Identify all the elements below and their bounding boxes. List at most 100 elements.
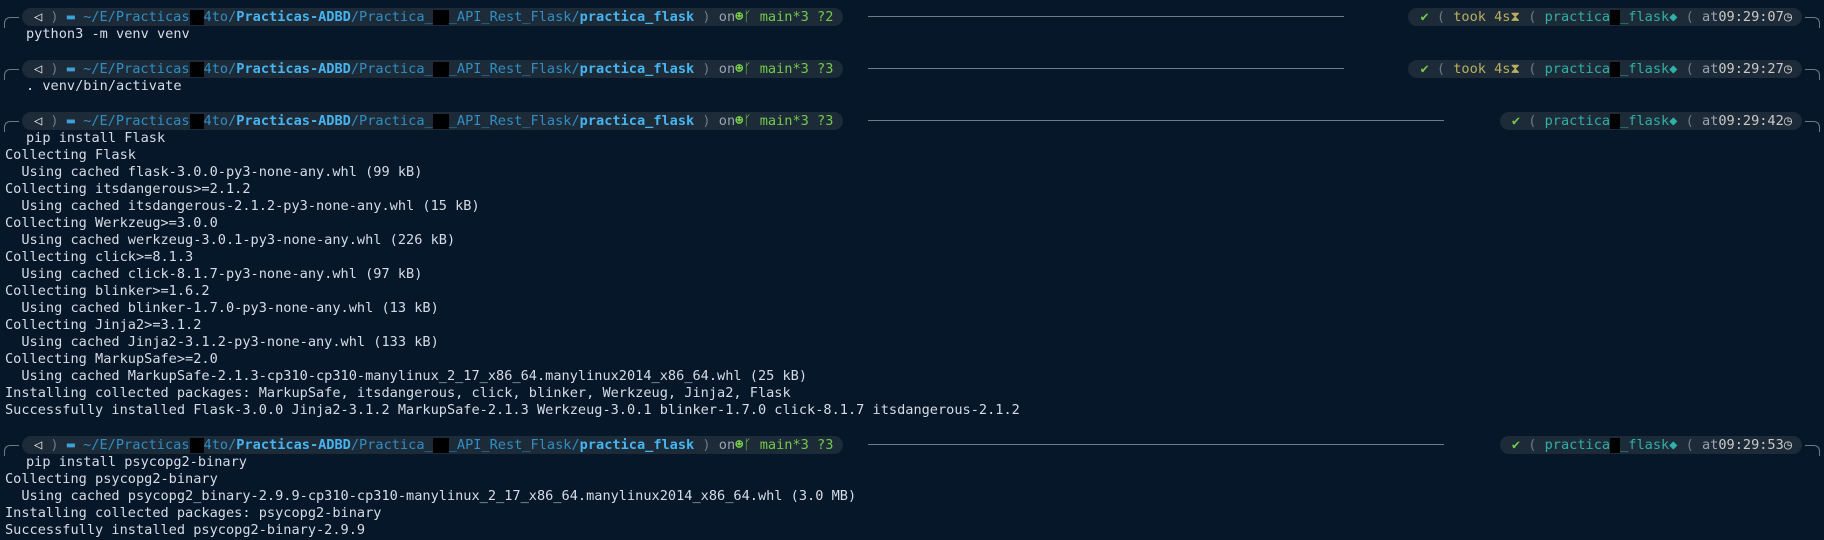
branch-icon: ᚴ: [743, 9, 760, 25]
prompt-bar: ◁ ) ▬ ~/E/Practicas 4to/Practicas-ADBD/Pr…: [0, 436, 1824, 456]
output-line: Using cached itsdangerous-2.1.2-py3-none…: [5, 198, 480, 214]
prompt-path-segment: ◁ ) ▬ ~/E/Practicas 4to/Practicas-ADBD/Pr…: [22, 8, 844, 26]
output-line: Collecting Jinja2>=3.1.2: [5, 317, 202, 333]
output-line: Using cached werkzeug-3.0.1-py3-none-any…: [5, 232, 456, 248]
venv-suffix: _flask: [1620, 9, 1670, 25]
redacted-block: [189, 113, 204, 129]
path-rest: /Practica_: [350, 9, 433, 25]
path-project: Practicas-ADBD: [236, 113, 351, 129]
git-branch: main: [759, 437, 793, 453]
hourglass-icon: ⧗: [1510, 61, 1521, 77]
on-label: on: [718, 61, 736, 77]
clock-icon: ◷: [1783, 9, 1792, 25]
folder-icon: ▬: [66, 437, 84, 453]
python-icon: ◆: [1669, 61, 1678, 77]
folder-icon: ▬: [66, 61, 84, 77]
at-label: at: [1701, 437, 1719, 453]
redacted-block: [189, 9, 204, 25]
path-mid: 4to/: [203, 113, 237, 129]
output-line: Collecting click>=8.1.3: [5, 249, 194, 265]
os-icon: ◁: [34, 113, 43, 129]
prompt-status-segment: ✔ ( practica _flask ◆ ( at 09:29:42 ◷: [1499, 112, 1802, 130]
output-line: Collecting psycopg2-binary: [5, 471, 218, 487]
python-icon: ◆: [1669, 9, 1678, 25]
path-project: Practicas-ADBD: [236, 437, 351, 453]
path-api: _API_Rest_Flask/: [448, 61, 580, 77]
redacted-block: [1610, 9, 1621, 25]
python-icon: ◆: [1669, 437, 1678, 453]
output-line: Using cached Jinja2-3.1.2-py3-none-any.w…: [5, 334, 439, 350]
folder-icon: ▬: [66, 113, 84, 129]
output-line: Installing collected packages: MarkupSaf…: [5, 385, 791, 401]
path-project: Practicas-ADBD: [236, 9, 351, 25]
path-current: practica_flask: [579, 61, 695, 77]
path-mid: 4to/: [203, 437, 237, 453]
branch-icon: ᚴ: [743, 437, 760, 453]
venv-prefix: practica: [1544, 61, 1611, 77]
prompt-time: 09:29:27: [1718, 61, 1784, 77]
redacted-block: [432, 61, 449, 77]
venv-suffix: _flask: [1620, 113, 1670, 129]
redacted-block: [432, 9, 449, 25]
prompt-time: 09:29:42: [1718, 113, 1784, 129]
path-current: practica_flask: [579, 437, 695, 453]
prompt-status-segment: ✔ ( took 4s ⧗ ( practica _flask ◆ ( at 09…: [1408, 60, 1802, 78]
took-label: took 4s: [1453, 9, 1511, 25]
on-label: on: [718, 437, 736, 453]
at-label: at: [1701, 9, 1719, 25]
success-icon: ✔: [1511, 437, 1521, 453]
terminal[interactable]: ◁ ) ▬ ~/E/Practicas 4to/Practicas-ADBD/Pr…: [0, 0, 1824, 540]
at-label: at: [1701, 113, 1719, 129]
path-prefix: ~/E/Practicas: [83, 113, 190, 129]
path-api: _API_Rest_Flask/: [448, 113, 580, 129]
at-label: at: [1701, 61, 1719, 77]
command-line: . venv/bin/activate: [26, 78, 182, 94]
success-icon: ✔: [1420, 61, 1429, 77]
os-icon: ◁: [34, 437, 43, 453]
path-prefix: ~/E/Practicas: [83, 61, 190, 77]
redacted-block: [432, 113, 449, 129]
on-label: on: [718, 9, 736, 25]
prompt-rule: [868, 444, 1444, 445]
branch-icon: ᚴ: [743, 113, 760, 129]
clock-icon: ◷: [1783, 61, 1792, 77]
path-current: practica_flask: [579, 113, 695, 129]
output-line: Using cached MarkupSafe-2.1.3-cp310-cp31…: [5, 368, 808, 384]
git-branch: main: [759, 9, 793, 25]
path-current: practica_flask: [579, 9, 695, 25]
path-api: _API_Rest_Flask/: [448, 9, 580, 25]
prompt-bar: ◁ ) ▬ ~/E/Practicas 4to/Practicas-ADBD/Pr…: [0, 112, 1824, 132]
path-prefix: ~/E/Practicas: [83, 9, 190, 25]
output-line: Collecting itsdangerous>=2.1.2: [5, 181, 251, 197]
output-line: Collecting MarkupSafe>=2.0: [5, 351, 218, 367]
path-rest: /Practica_: [350, 61, 433, 77]
path-mid: 4to/: [203, 61, 237, 77]
prompt-path-segment: ◁ ) ▬ ~/E/Practicas 4to/Practicas-ADBD/Pr…: [22, 112, 844, 130]
git-status: *3 ?3: [792, 61, 834, 77]
path-project: Practicas-ADBD: [236, 61, 351, 77]
venv-prefix: practica: [1544, 9, 1611, 25]
venv-suffix: _flask: [1620, 437, 1670, 453]
branch-icon: ᚴ: [743, 61, 760, 77]
git-branch: main: [759, 61, 793, 77]
output-line: Successfully installed Flask-3.0.0 Jinja…: [5, 402, 1020, 418]
output-line: Successfully installed psycopg2-binary-2…: [5, 522, 366, 538]
on-label: on: [718, 113, 736, 129]
output-line: Using cached psycopg2_binary-2.9.9-cp310…: [5, 488, 857, 504]
prompt-path-segment: ◁ ) ▬ ~/E/Practicas 4to/Practicas-ADBD/Pr…: [22, 436, 844, 454]
os-icon: ◁: [34, 9, 43, 25]
venv-prefix: practica: [1544, 437, 1611, 453]
redacted-block: [189, 61, 204, 77]
output-line: Using cached click-8.1.7-py3-none-any.wh…: [5, 266, 423, 282]
git-branch: main: [759, 113, 793, 129]
redacted-block: [1610, 113, 1621, 129]
command-line: pip install psycopg2-binary: [26, 454, 247, 470]
prompt-rule: [868, 16, 1344, 17]
prompt-bar: ◁ ) ▬ ~/E/Practicas 4to/Practicas-ADBD/Pr…: [0, 60, 1824, 80]
redacted-block: [189, 437, 204, 453]
prompt-time: 09:29:53: [1718, 437, 1784, 453]
path-rest: /Practica_: [350, 437, 433, 453]
prompt-rule: [868, 120, 1444, 121]
clock-icon: ◷: [1783, 437, 1792, 453]
command-line: python3 -m venv venv: [26, 26, 190, 42]
